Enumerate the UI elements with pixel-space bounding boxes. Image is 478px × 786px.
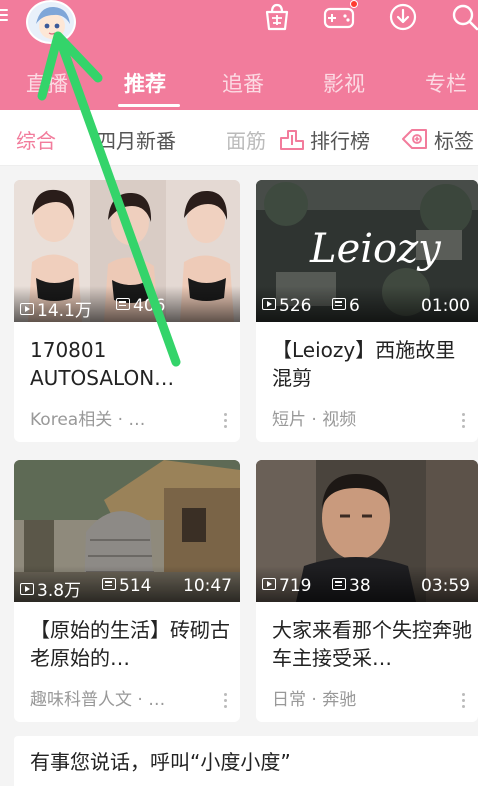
tab-anime[interactable]: 追番 [222, 68, 264, 98]
top-header: 直播 推荐 追番 影视 专栏 [0, 0, 478, 110]
active-tab-indicator [118, 104, 180, 107]
tab-live[interactable]: 直播 [26, 68, 68, 98]
video-category: 趣味科普人文 · … [30, 690, 166, 710]
danmaku-count: 6 [349, 296, 360, 316]
more-options-icon[interactable] [224, 413, 228, 429]
view-count: 526 [279, 296, 312, 316]
tab-movies[interactable]: 影视 [323, 68, 365, 98]
subnav-item-ranking[interactable]: 排行榜 [278, 125, 370, 156]
video-thumbnail: 719 38 03:59 [256, 460, 478, 602]
tab-columns[interactable]: 专栏 [425, 68, 467, 98]
play-count-icon [262, 578, 276, 590]
subnav-item-mianjin[interactable]: 面筋 [226, 125, 266, 154]
danmaku-icon [102, 578, 116, 590]
video-stats: 719 38 03:59 [262, 576, 470, 598]
main-tabs: 直播 推荐 追番 影视 专栏 [0, 60, 478, 108]
play-count-icon [262, 298, 276, 310]
tab-recommend[interactable]: 推荐 [124, 68, 166, 98]
video-duration: 03:59 [421, 576, 470, 596]
ranking-icon [278, 129, 306, 156]
shop-icon[interactable] [262, 2, 292, 32]
subnav-item-april-anime[interactable]: 四月新番 [96, 125, 176, 154]
video-card[interactable]: 719 38 03:59 大家来看那个失控奔驰车主接受采… 日常 · 奔驰 [256, 460, 478, 722]
video-thumbnail: 3.8万 514 10:47 [14, 460, 240, 602]
view-count: 719 [279, 576, 312, 596]
video-duration: 01:00 [421, 296, 470, 316]
danmaku-icon [332, 578, 346, 590]
danmaku-icon [332, 298, 346, 310]
danmaku-count: 514 [119, 576, 152, 596]
video-title: 【原始的生活】砖砌古老原始的… [30, 618, 230, 670]
video-title: 【Leiozy】西施故里混剪 [272, 338, 456, 390]
subnav-item-tags[interactable]: 标签 [400, 125, 474, 156]
video-title: 大家来看那个失控奔驰车主接受采… [272, 618, 472, 670]
video-thumbnail: 14.1万 406 [14, 180, 240, 322]
thumbnail-logo-text: Leiozy [309, 226, 442, 272]
video-card[interactable]: 14.1万 406 170801 AUTOSALON… Korea相关 · … [14, 180, 240, 442]
voice-assistant-bar[interactable]: 有事您说话，呼叫“小度小度” [14, 736, 478, 786]
download-icon[interactable] [388, 2, 418, 32]
search-icon[interactable] [450, 2, 478, 32]
video-thumbnail: Leiozy 526 6 01:00 [256, 180, 478, 322]
video-category: 日常 · 奔驰 [272, 690, 357, 710]
notification-dot [350, 0, 358, 8]
view-count: 3.8万 [37, 581, 82, 601]
game-icon[interactable] [322, 0, 358, 32]
danmaku-count: 406 [133, 296, 166, 316]
video-category: 短片 · 视频 [272, 410, 357, 430]
video-stats: 14.1万 406 [20, 296, 232, 321]
menu-icon[interactable] [0, 6, 10, 24]
sub-nav: 综合 四月新番 面筋 排行榜 标签 [0, 110, 478, 166]
play-count-icon [20, 303, 34, 315]
video-category: Korea相关 · … [30, 410, 146, 430]
video-card[interactable]: 3.8万 514 10:47 【原始的生活】砖砌古老原始的… 趣味科普人文 · … [14, 460, 240, 722]
tag-icon [400, 127, 430, 156]
danmaku-icon [116, 298, 130, 310]
video-stats: 526 6 01:00 [262, 296, 470, 318]
danmaku-count: 38 [349, 576, 371, 596]
view-count: 14.1万 [37, 301, 92, 321]
more-options-icon[interactable] [462, 693, 466, 709]
video-title: 170801 AUTOSALON… [30, 338, 175, 390]
video-duration: 10:47 [183, 576, 232, 596]
video-card[interactable]: Leiozy 526 6 01:00 【Leiozy】西施故里混剪 短片 · 视… [256, 180, 478, 442]
avatar[interactable] [26, 0, 76, 44]
video-stats: 3.8万 514 10:47 [20, 576, 232, 601]
voice-prompt: 有事您说话，呼叫“小度小度” [30, 750, 291, 774]
ranking-label: 排行榜 [310, 129, 370, 153]
tags-label: 标签 [434, 129, 474, 153]
more-options-icon[interactable] [224, 693, 228, 709]
more-options-icon[interactable] [462, 413, 466, 429]
subnav-item-overall[interactable]: 综合 [16, 125, 56, 154]
play-count-icon [20, 583, 34, 595]
